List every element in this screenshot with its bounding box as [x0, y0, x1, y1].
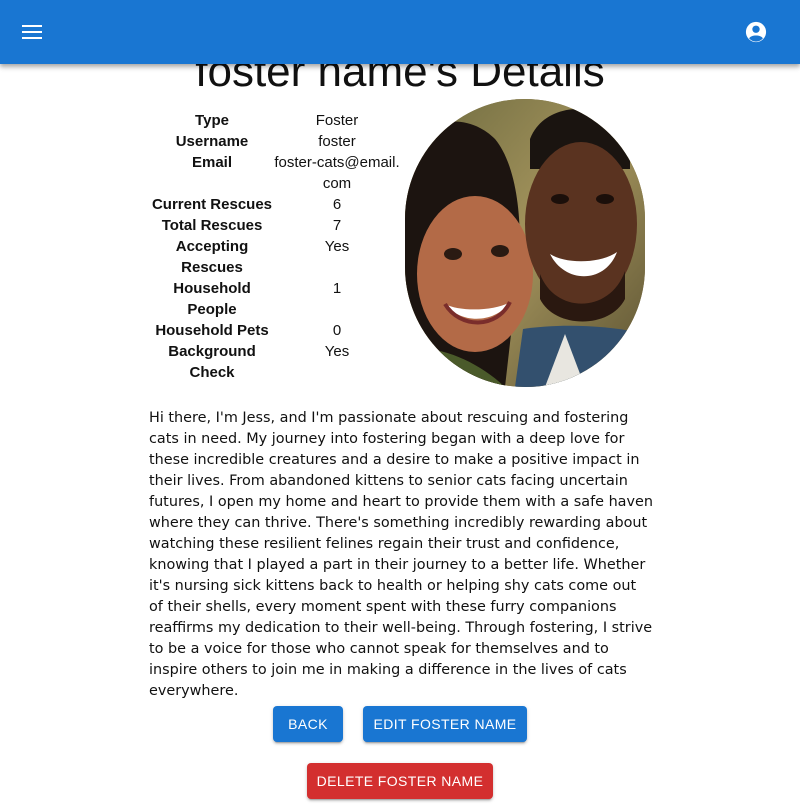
detail-label: Accepting Rescues: [175, 238, 249, 276]
detail-value: Yes: [324, 343, 350, 360]
edit-foster-button[interactable]: Edit foster name: [363, 706, 527, 742]
detail-value: 0: [332, 322, 342, 339]
foster-bio: Hi there, I'm Jess, and I'm passionate a…: [149, 410, 653, 699]
app-bar: [0, 0, 800, 64]
detail-row-total-rescues: Total Rescues 7: [150, 215, 400, 236]
detail-value: 1: [332, 280, 342, 297]
detail-value: 6: [332, 196, 342, 213]
back-button[interactable]: Back: [273, 706, 343, 742]
menu-icon: [22, 25, 42, 39]
foster-details-table: Type Foster Username foster Email foster…: [150, 110, 400, 383]
detail-row-username: Username foster: [150, 131, 400, 152]
detail-label: Household People: [173, 280, 251, 318]
delete-foster-button[interactable]: Delete foster name: [307, 763, 493, 799]
detail-label: Household Pets: [155, 322, 269, 339]
detail-value: Yes: [324, 238, 350, 255]
menu-button[interactable]: [16, 16, 48, 48]
detail-value: Foster: [315, 112, 359, 129]
detail-row-current-rescues: Current Rescues 6: [150, 194, 400, 215]
account-button[interactable]: [740, 16, 772, 48]
detail-value: 7: [332, 217, 342, 234]
detail-row-email: Email foster-cats@email.com: [150, 152, 400, 194]
detail-row-household-people: Household People 1: [150, 278, 400, 320]
account-circle-icon: [745, 21, 767, 43]
detail-label: Type: [195, 112, 229, 129]
detail-label: Email: [191, 154, 233, 171]
detail-value: foster-cats@email.com: [274, 154, 400, 192]
detail-label: Total Rescues: [161, 217, 263, 234]
detail-row-accepting-rescues: Accepting Rescues Yes: [150, 236, 400, 278]
foster-photo: [405, 99, 645, 387]
detail-row-type: Type Foster: [150, 110, 400, 131]
foster-details-page: foster name's Details Type Foster Userna…: [0, 0, 800, 809]
detail-label: Background Check: [168, 343, 256, 381]
detail-value: foster: [318, 133, 356, 150]
detail-label: Current Rescues: [151, 196, 273, 213]
detail-row-household-pets: Household Pets 0: [150, 320, 400, 341]
detail-row-background-check: Background Check Yes: [150, 341, 400, 383]
detail-label: Username: [175, 133, 249, 150]
